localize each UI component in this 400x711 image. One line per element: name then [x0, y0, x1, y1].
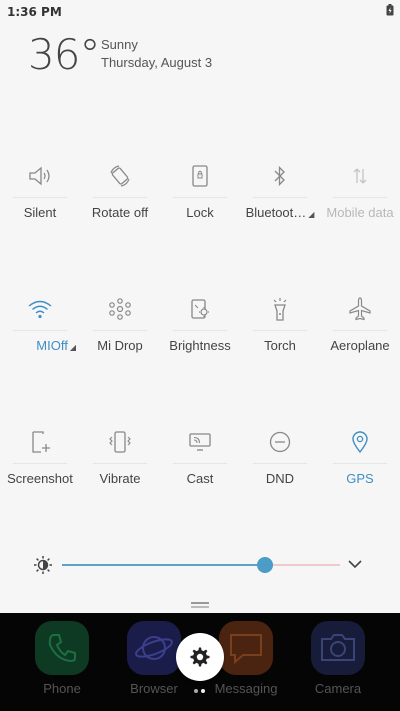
tile-divider [93, 330, 147, 331]
speaker-icon [20, 160, 60, 192]
app-label-messaging: Messaging [214, 681, 278, 696]
tile-torch[interactable]: Torch [240, 293, 320, 363]
tile-divider [13, 463, 67, 464]
bluetooth-icon [260, 160, 300, 192]
camera-app[interactable] [311, 621, 365, 675]
tile-divider [173, 330, 227, 331]
tile-label: Cast [186, 471, 214, 486]
status-time: 1:36 PM [7, 5, 62, 19]
tile-divider [173, 197, 227, 198]
tile-label: Rotate off [91, 205, 149, 220]
browser-app[interactable] [127, 621, 181, 675]
brightness-row [0, 548, 400, 582]
weather-date: Thursday, August 3 [101, 55, 213, 70]
torch-icon [260, 293, 300, 325]
temperature: 36° [28, 30, 100, 79]
settings-button[interactable] [176, 633, 224, 681]
tile-divider [253, 197, 307, 198]
page-indicator [194, 689, 208, 693]
dnd-icon [260, 426, 300, 458]
tile-divider [253, 330, 307, 331]
tile-divider [93, 463, 147, 464]
tile-mobile-data[interactable]: Mobile data [320, 160, 400, 230]
tile-divider [253, 463, 307, 464]
tile-cast[interactable]: Cast [160, 426, 240, 496]
tile-vibrate[interactable]: Vibrate [80, 426, 160, 496]
tile-label: Lock [186, 205, 214, 220]
app-label-camera: Camera [314, 681, 362, 696]
airplane-icon [340, 293, 380, 325]
tile-divider [333, 197, 387, 198]
cast-icon [180, 426, 220, 458]
brightness-settings-icon [180, 293, 220, 325]
gps-icon [340, 426, 380, 458]
brightness-slider-thumb[interactable] [256, 557, 273, 573]
rotate-icon [100, 160, 140, 192]
brightness-slider-fill [62, 564, 265, 566]
tile-label: Torch [264, 338, 296, 353]
tile-lock[interactable]: Lock [160, 160, 240, 230]
messaging-app[interactable] [219, 621, 273, 675]
tile-divider [93, 197, 147, 198]
tile-label: DND [265, 471, 295, 486]
tile-brightness[interactable]: Brightness [160, 293, 240, 363]
phone-app[interactable] [35, 621, 89, 675]
screenshot-icon [20, 426, 60, 458]
page-dot [194, 689, 198, 693]
mi-drop-icon [100, 293, 140, 325]
tile-aeroplane[interactable]: Aeroplane [320, 293, 400, 363]
gear-icon [190, 647, 210, 667]
tile-divider [173, 463, 227, 464]
tile-label: Bluetoot… [245, 205, 307, 220]
tile-label: Vibrate [99, 471, 141, 486]
tile-divider [333, 330, 387, 331]
browser-icon [135, 636, 173, 660]
chevron-down-icon[interactable] [346, 555, 364, 573]
auto-brightness-icon[interactable] [33, 555, 53, 575]
tile-screenshot[interactable]: Screenshot [0, 426, 80, 496]
mobile-data-icon [340, 160, 380, 192]
tile-divider [13, 330, 67, 331]
tile-label: GPS [346, 471, 374, 486]
tile-silent[interactable]: Silent [0, 160, 80, 230]
tile-dnd[interactable]: DND [240, 426, 320, 496]
panel-drag-handle[interactable] [191, 602, 209, 604]
app-label-browser: Browser [130, 681, 178, 696]
messaging-icon [230, 634, 262, 665]
tile-bluetooth[interactable]: Bluetoot… ◢ [240, 160, 320, 230]
status-bar: 1:36 PM [0, 0, 400, 24]
tile-label: Mobile data [326, 205, 394, 220]
weather-condition: Sunny [101, 37, 138, 52]
vibrate-icon [100, 426, 140, 458]
tile-mi-drop[interactable]: Mi Drop [80, 293, 160, 363]
tile-divider [13, 197, 67, 198]
tile-label: Brightness [169, 338, 231, 353]
tile-gps[interactable]: GPS [320, 426, 400, 496]
lock-screen-icon [180, 160, 220, 192]
tile-label: MIOff [36, 338, 68, 353]
app-label-phone: Phone [43, 681, 81, 696]
phone-icon [48, 634, 76, 663]
panel-drag-handle-line [191, 606, 209, 608]
tile-divider [333, 463, 387, 464]
page-dot-active [201, 689, 205, 693]
tile-label: Mi Drop [97, 338, 143, 353]
brightness-slider[interactable] [62, 557, 340, 573]
tile-wifi[interactable]: MIOff ◢ [0, 293, 80, 363]
tile-label-wrap: Bluetoot… ◢ [234, 205, 326, 220]
wifi-icon [20, 293, 60, 325]
battery-charging-icon [386, 4, 394, 16]
tile-label: Aeroplane [330, 338, 390, 353]
tile-rotate[interactable]: Rotate off [80, 160, 160, 230]
camera-icon [321, 634, 355, 661]
